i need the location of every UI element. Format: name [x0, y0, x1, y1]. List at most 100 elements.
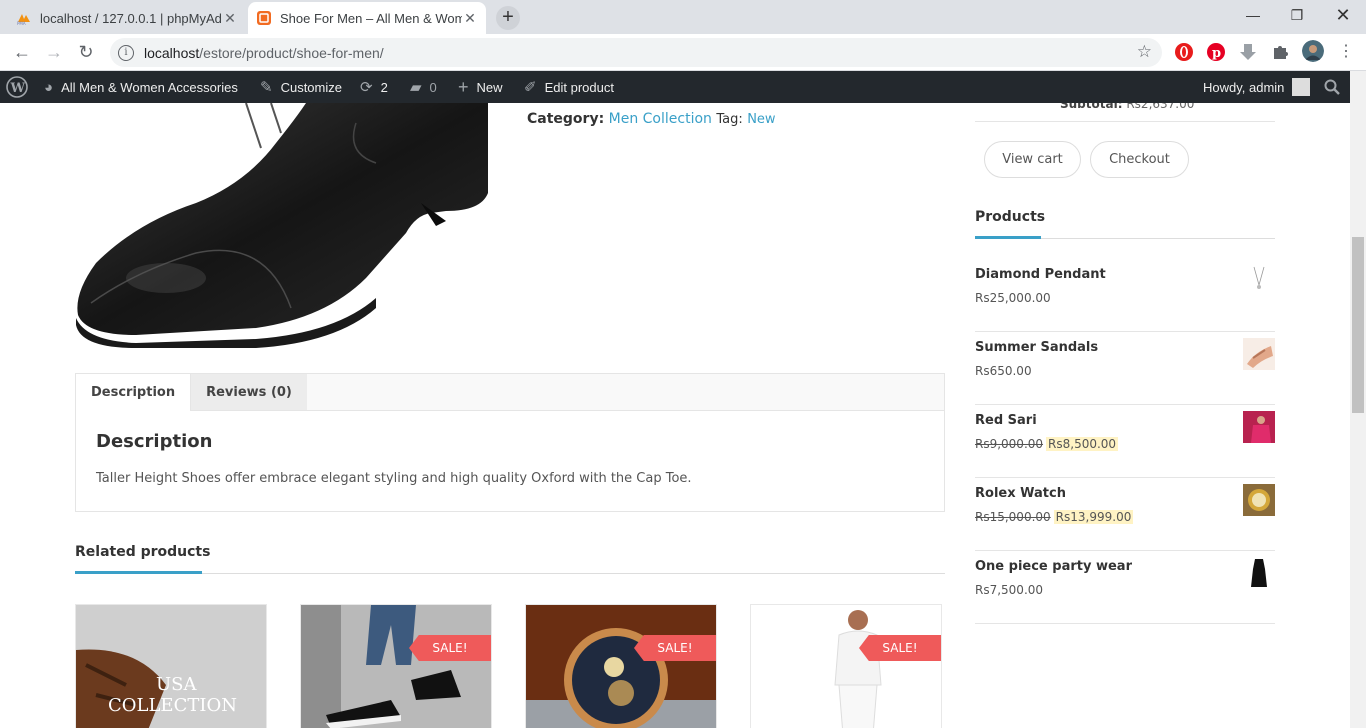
checkout-button[interactable]: Checkout	[1090, 141, 1189, 178]
new-tab-button[interactable]: +	[496, 6, 520, 30]
divider	[75, 573, 945, 574]
tag-label: Tag:	[716, 112, 743, 127]
close-icon[interactable]: ✕	[462, 10, 478, 26]
product-price: Rs7,500.00	[975, 583, 1044, 597]
pencil-icon: ✐	[524, 79, 537, 96]
edit-label: Edit product	[544, 79, 614, 95]
category-link[interactable]: Men Collection	[609, 111, 712, 127]
bookmark-star-icon[interactable]: ☆	[1137, 42, 1152, 62]
address-bar[interactable]: i localhost/estore/product/shoe-for-men/…	[110, 38, 1162, 67]
edit-product-link[interactable]: ✐ Edit product	[524, 71, 614, 103]
category-label: Category:	[527, 111, 605, 127]
site-name: All Men & Women Accessories	[61, 79, 238, 95]
product-image[interactable]	[76, 103, 490, 348]
phpmyadmin-icon: PMA	[17, 14, 30, 26]
wordpress-icon: W	[6, 76, 28, 98]
products-widget-title: Products	[975, 209, 1046, 225]
comments-link[interactable]: ▰ 0	[410, 71, 437, 103]
heading-accent-line	[975, 236, 1041, 239]
product-thumbnail	[301, 605, 491, 728]
avatar	[1292, 78, 1311, 96]
old-price: Rs15,000.00	[975, 510, 1051, 524]
puzzle-extension-icon[interactable]	[1270, 42, 1290, 62]
browser-tab-strip: PMA localhost / 127.0.0.1 | phpMyAdm ✕ S…	[0, 0, 1366, 34]
updates-count: 2	[380, 79, 388, 95]
customize-label: Customize	[280, 79, 342, 95]
product-tabs: Description Reviews (0) Description Tall…	[75, 373, 945, 512]
tag-link[interactable]: New	[747, 112, 775, 127]
cart-subtotal: Subtotal: Rs2,637.00	[1060, 103, 1194, 111]
view-cart-button[interactable]: View cart	[984, 141, 1081, 178]
tab-reviews[interactable]: Reviews (0)	[191, 374, 307, 410]
related-product-card[interactable]: SALE!	[300, 604, 492, 728]
new-content-link[interactable]: + New	[458, 71, 503, 103]
related-products-heading: Related products	[75, 544, 211, 560]
wp-admin-bar: W ◕ All Men & Women Accessories ✎ Custom…	[0, 71, 1366, 103]
search-icon[interactable]	[1324, 71, 1340, 103]
tab-title: Shoe For Men – All Men & Wome	[280, 10, 462, 26]
download-icon[interactable]	[1238, 42, 1258, 62]
updates-icon: ⟳	[360, 79, 373, 96]
my-account-link[interactable]: Howdy, admin	[1203, 71, 1311, 103]
profile-avatar[interactable]	[1302, 40, 1324, 62]
updates-link[interactable]: ⟳ 2	[360, 71, 388, 103]
widget-product-item[interactable]: Red Sari Rs9,000.00 Rs8,500.00	[975, 405, 1275, 478]
page-scrollbar[interactable]	[1350, 71, 1366, 728]
card-text-collection: COLLECTION	[108, 695, 237, 716]
site-name-link[interactable]: ◕ All Men & Women Accessories	[44, 71, 238, 103]
customize-link[interactable]: ✎ Customize	[260, 71, 342, 103]
widget-product-item[interactable]: Summer Sandals Rs650.00	[975, 332, 1275, 405]
related-product-card[interactable]: SALE!	[525, 604, 717, 728]
related-product-card[interactable]: SALE!	[750, 604, 942, 728]
restore-icon[interactable]: ❐	[1274, 0, 1320, 30]
product-thumbnail[interactable]	[1243, 411, 1275, 443]
tabs-header: Description Reviews (0)	[76, 374, 944, 411]
product-thumbnail: USA COLLECTION	[76, 605, 266, 728]
description-heading: Description	[96, 431, 213, 452]
heading-accent-line	[75, 571, 202, 574]
product-price: Rs650.00	[975, 364, 1032, 378]
minimize-icon[interactable]: —	[1230, 0, 1276, 30]
sale-badge: SALE!	[859, 635, 941, 661]
product-meta: Category: Men Collection Tag: New	[527, 111, 776, 127]
opera-extension-icon[interactable]	[1174, 42, 1194, 62]
product-thumbnail[interactable]	[1243, 265, 1275, 297]
plus-icon: +	[458, 76, 469, 97]
product-price-group: Rs9,000.00 Rs8,500.00	[975, 437, 1119, 451]
tab-shoe-for-men[interactable]: Shoe For Men – All Men & Wome ✕	[248, 2, 486, 34]
new-label: New	[476, 79, 503, 95]
info-icon[interactable]: i	[118, 44, 134, 61]
scrollbar-thumb[interactable]	[1352, 237, 1364, 413]
product-thumbnail[interactable]	[1243, 484, 1275, 516]
close-icon[interactable]: ✕	[222, 10, 238, 26]
tab-description[interactable]: Description	[76, 374, 192, 411]
magnifier-icon	[1324, 79, 1340, 95]
product-name[interactable]: Red Sari	[975, 413, 1037, 428]
product-name[interactable]: Rolex Watch	[975, 486, 1066, 501]
tab-phpmyadmin[interactable]: PMA localhost / 127.0.0.1 | phpMyAdm ✕	[8, 2, 246, 34]
url-host: localhost	[144, 44, 200, 61]
svg-text:W: W	[10, 81, 26, 96]
menu-kebab-icon[interactable]: ⋮	[1334, 40, 1358, 64]
close-window-icon[interactable]: ✕	[1320, 0, 1366, 30]
reload-icon[interactable]: ↻	[74, 40, 98, 64]
back-icon[interactable]: ←	[10, 40, 34, 64]
widget-product-item[interactable]: Diamond Pendant Rs25,000.00	[975, 259, 1275, 332]
widget-product-item[interactable]: Rolex Watch Rs15,000.00 Rs13,999.00	[975, 478, 1275, 551]
forward-icon[interactable]: →	[42, 40, 66, 64]
product-price-group: Rs15,000.00 Rs13,999.00	[975, 510, 1134, 524]
product-name[interactable]: One piece party wear	[975, 559, 1132, 574]
sale-badge: SALE!	[634, 635, 716, 661]
subtotal-label: Subtotal:	[1060, 103, 1123, 111]
product-name[interactable]: Diamond Pendant	[975, 267, 1106, 282]
widget-product-item[interactable]: One piece party wear Rs7,500.00	[975, 551, 1275, 624]
sale-price: Rs8,500.00	[1046, 437, 1119, 451]
page-content: Category: Men Collection Tag: New Descri…	[0, 103, 1350, 728]
wordpress-logo-icon[interactable]: W	[6, 71, 28, 103]
product-name[interactable]: Summer Sandals	[975, 340, 1098, 355]
related-product-card[interactable]: USA COLLECTION	[75, 604, 267, 728]
product-thumbnail[interactable]	[1243, 338, 1275, 370]
old-price: Rs9,000.00	[975, 437, 1044, 451]
pinterest-icon[interactable]: p	[1206, 42, 1226, 62]
product-thumbnail[interactable]	[1243, 557, 1275, 589]
